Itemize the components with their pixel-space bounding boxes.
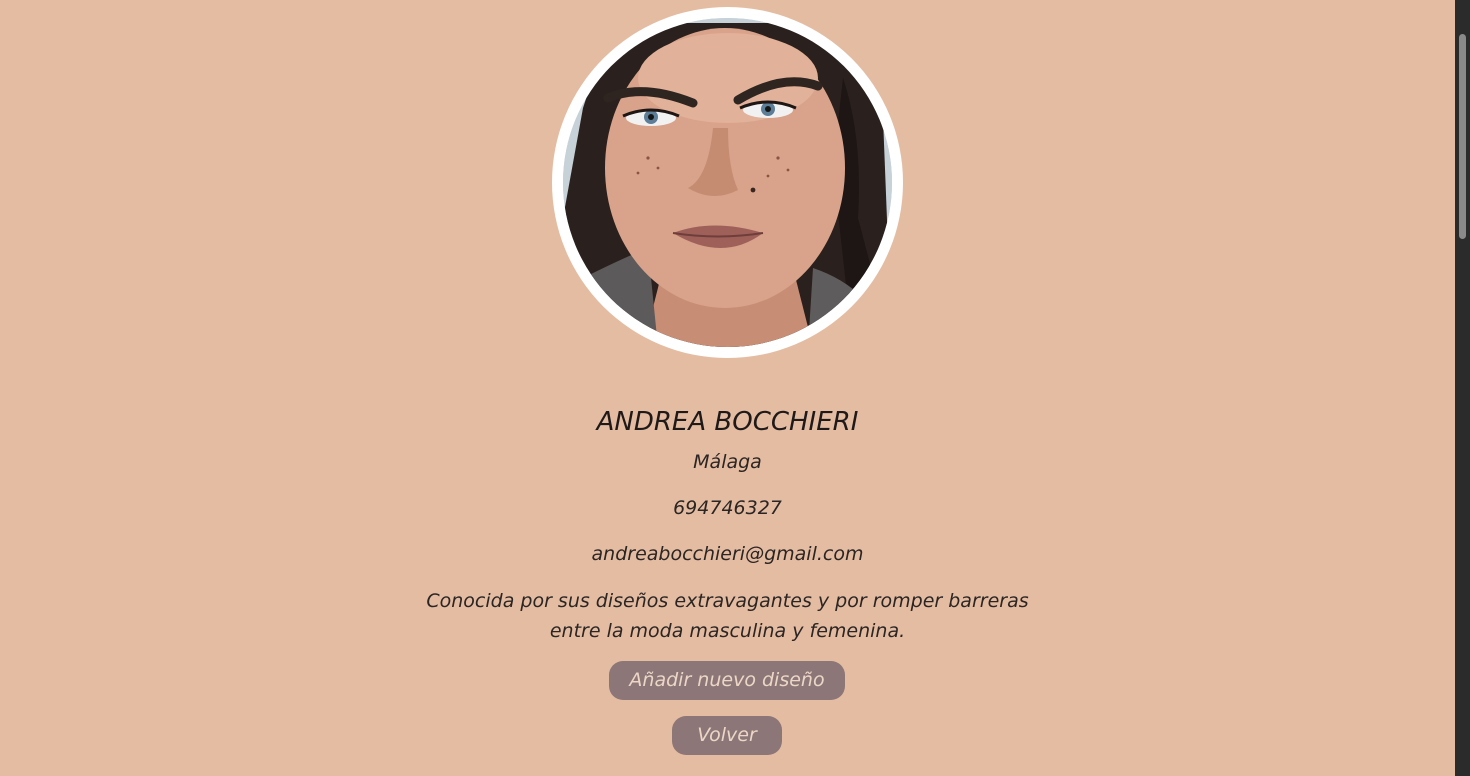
vertical-scrollbar[interactable]	[1455, 0, 1470, 776]
designer-bio: Conocida por sus diseños extravagantes y…	[426, 590, 1029, 642]
designer-city: Málaga	[693, 451, 762, 473]
designer-phone: 694746327	[673, 497, 782, 519]
scrollbar-thumb[interactable]	[1459, 34, 1466, 239]
designer-profile-page: ANDREA BOCCHIERI Málaga 694746327 andrea…	[0, 0, 1455, 776]
avatar-frame	[552, 7, 903, 358]
add-design-button[interactable]: Añadir nuevo diseño	[609, 661, 845, 700]
designer-email: andreabocchieri@gmail.com	[591, 543, 864, 565]
back-button[interactable]: Volver	[672, 716, 782, 755]
designer-name: ANDREA BOCCHIERI	[596, 407, 859, 437]
avatar-portrait-image	[563, 18, 892, 347]
avatar	[563, 18, 892, 347]
